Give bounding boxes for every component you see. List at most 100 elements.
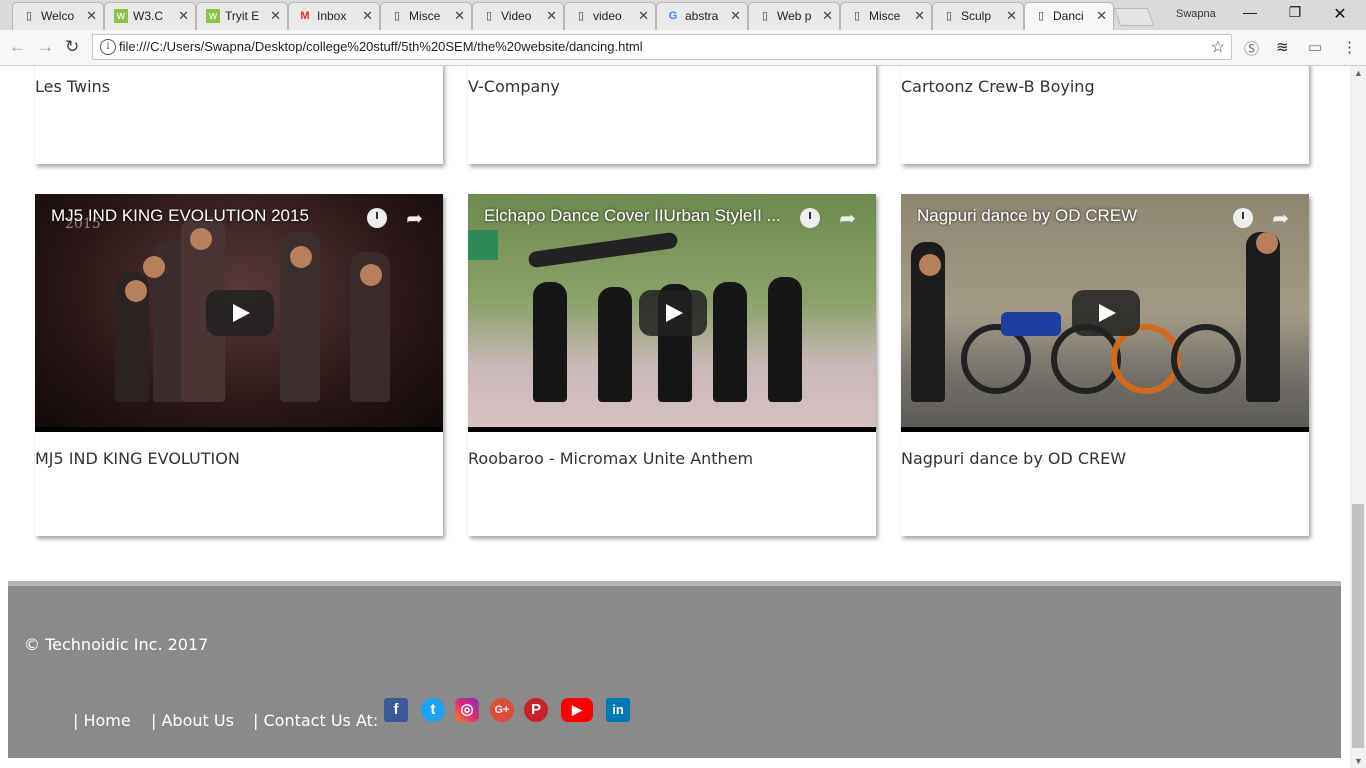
w3schools-icon: w bbox=[114, 9, 128, 23]
watch-later-icon[interactable] bbox=[367, 208, 387, 228]
dance-card: Elchapo Dance Cover IIUrban StyleII ... … bbox=[468, 194, 876, 536]
page-icon: ▯ bbox=[577, 10, 585, 22]
dancer-head bbox=[290, 246, 312, 268]
tab-1[interactable]: ▯ Welco ✕ bbox=[12, 2, 104, 30]
dancer-figure bbox=[713, 282, 747, 402]
scroll-up-arrow-icon[interactable]: ▲ bbox=[1354, 68, 1363, 78]
tab-title: Inbox bbox=[317, 9, 347, 23]
dancer-figure bbox=[598, 287, 632, 402]
dancer-figure bbox=[533, 282, 567, 402]
page-icon: ▯ bbox=[393, 10, 401, 22]
close-icon[interactable]: ✕ bbox=[638, 8, 649, 24]
url-text[interactable]: file:///C:/Users/Swapna/Desktop/college%… bbox=[119, 39, 643, 54]
dancer-head bbox=[919, 254, 941, 276]
scrollbar-thumb[interactable] bbox=[1352, 504, 1364, 748]
window-close-icon[interactable]: ✕ bbox=[1320, 4, 1360, 24]
skype-extension-icon[interactable]: Ⓢ bbox=[1244, 38, 1259, 59]
tab-11[interactable]: ▯ Sculp ✕ bbox=[932, 2, 1024, 30]
google-icon: G bbox=[668, 10, 678, 22]
page-icon: ▯ bbox=[853, 10, 861, 22]
video-player[interactable]: 2015 MJ5 IND KING EVOLUTION 2015 ➦ bbox=[35, 194, 443, 432]
back-icon[interactable]: ← bbox=[9, 37, 26, 57]
play-button-icon[interactable] bbox=[206, 290, 274, 336]
dancer-head bbox=[143, 256, 165, 278]
share-icon[interactable]: ➦ bbox=[839, 206, 856, 231]
footer-link-about[interactable]: | About Us bbox=[151, 711, 234, 730]
close-icon[interactable]: ✕ bbox=[178, 8, 189, 24]
close-icon[interactable]: ✕ bbox=[86, 8, 97, 24]
play-button-icon[interactable] bbox=[1072, 290, 1140, 336]
scroll-down-arrow-icon[interactable]: ▼ bbox=[1354, 756, 1363, 766]
tab-3[interactable]: w Tryit E ✕ bbox=[196, 2, 288, 30]
copyright-text: © Technoidic Inc. 2017 bbox=[24, 635, 209, 654]
tab-5[interactable]: ▯ Misce ✕ bbox=[380, 2, 472, 30]
close-icon[interactable]: ✕ bbox=[1096, 8, 1107, 24]
tab-4[interactable]: M Inbox ✕ bbox=[288, 2, 380, 30]
tab-12-active[interactable]: ▯ Danci ✕ bbox=[1024, 2, 1114, 31]
share-icon[interactable]: ➦ bbox=[406, 206, 423, 231]
video-title[interactable]: Elchapo Dance Cover IIUrban StyleII ... bbox=[484, 206, 781, 226]
twitter-icon[interactable]: t bbox=[421, 698, 445, 722]
dancer-head bbox=[125, 280, 147, 302]
tab-title: Web p bbox=[777, 9, 811, 23]
restore-icon[interactable]: ❐ bbox=[1275, 4, 1315, 21]
video-bottom-bar bbox=[35, 427, 443, 432]
tab-7[interactable]: ▯ video ✕ bbox=[564, 2, 656, 30]
close-icon[interactable]: ✕ bbox=[270, 8, 281, 24]
youtube-icon[interactable]: ▶ bbox=[561, 698, 593, 722]
video-player[interactable]: Nagpuri dance by OD CREW ➦ bbox=[901, 194, 1309, 432]
instagram-icon[interactable]: ◎ bbox=[455, 698, 479, 722]
cast-extension-icon[interactable]: ▭ bbox=[1308, 38, 1322, 56]
tab-2[interactable]: w W3.C ✕ bbox=[104, 2, 196, 30]
video-player[interactable]: Elchapo Dance Cover IIUrban StyleII ... … bbox=[468, 194, 876, 432]
footer-link-home[interactable]: | Home bbox=[73, 711, 131, 730]
new-tab-button[interactable] bbox=[1113, 8, 1155, 26]
bookmark-star-icon[interactable]: ☆ bbox=[1211, 37, 1225, 57]
video-title[interactable]: MJ5 IND KING EVOLUTION 2015 bbox=[51, 206, 309, 226]
page-viewport: Les Twins V-Company Cartoonz Crew-B Boyi… bbox=[0, 66, 1350, 768]
video-title[interactable]: Nagpuri dance by OD CREW bbox=[917, 206, 1137, 226]
address-bar[interactable]: i file:///C:/Users/Swapna/Desktop/colleg… bbox=[92, 34, 1232, 60]
close-icon[interactable]: ✕ bbox=[730, 8, 741, 24]
facebook-icon[interactable]: f bbox=[384, 698, 408, 722]
footer-contact-label: | Contact Us At: bbox=[253, 711, 379, 730]
motorbike-wheel bbox=[1171, 324, 1241, 394]
close-icon[interactable]: ✕ bbox=[546, 8, 557, 24]
minimize-icon[interactable]: — bbox=[1230, 4, 1270, 20]
close-icon[interactable]: ✕ bbox=[914, 8, 925, 24]
google-plus-icon[interactable]: G+ bbox=[490, 698, 514, 722]
close-icon[interactable]: ✕ bbox=[822, 8, 833, 24]
linkedin-icon[interactable]: in bbox=[606, 698, 630, 722]
menu-icon[interactable]: ⋮ bbox=[1342, 38, 1357, 56]
site-footer: © Technoidic Inc. 2017 | Home | About Us… bbox=[8, 581, 1341, 758]
pinterest-icon[interactable]: P bbox=[524, 698, 548, 722]
profile-name[interactable]: Swapna bbox=[1176, 8, 1216, 20]
vertical-scrollbar[interactable]: ▲ ▼ bbox=[1350, 66, 1366, 768]
share-icon[interactable]: ➦ bbox=[1272, 206, 1289, 231]
tab-10[interactable]: ▯ Misce ✕ bbox=[840, 2, 932, 30]
dance-card: Nagpuri dance by OD CREW ➦ Nagpuri dance… bbox=[901, 194, 1309, 536]
forward-icon[interactable]: → bbox=[37, 37, 54, 57]
dancer-head bbox=[1256, 232, 1278, 254]
browser-toolbar: ← → ↻ i file:///C:/Users/Swapna/Desktop/… bbox=[0, 30, 1366, 66]
tab-9[interactable]: ▯ Web p ✕ bbox=[748, 2, 840, 30]
video-bottom-bar bbox=[468, 427, 876, 432]
info-icon[interactable]: i bbox=[100, 39, 116, 55]
card-caption: Cartoonz Crew-B Boying bbox=[901, 77, 1095, 96]
reload-icon[interactable]: ↻ bbox=[65, 37, 79, 57]
layers-extension-icon[interactable]: ≋ bbox=[1276, 38, 1289, 56]
sign-board bbox=[468, 230, 498, 260]
tab-title: video bbox=[593, 9, 622, 23]
page-icon: ▯ bbox=[25, 10, 33, 22]
close-icon[interactable]: ✕ bbox=[454, 8, 465, 24]
tab-8[interactable]: G abstra ✕ bbox=[656, 2, 748, 30]
page-icon: ▯ bbox=[1037, 10, 1045, 22]
tab-6[interactable]: ▯ Video ✕ bbox=[472, 2, 564, 30]
w3schools-icon: w bbox=[206, 9, 220, 23]
close-icon[interactable]: ✕ bbox=[362, 8, 373, 24]
watch-later-icon[interactable] bbox=[800, 208, 820, 228]
watch-later-icon[interactable] bbox=[1233, 208, 1253, 228]
card-caption: Roobaroo - Micromax Unite Anthem bbox=[468, 449, 754, 468]
play-button-icon[interactable] bbox=[639, 290, 707, 336]
close-icon[interactable]: ✕ bbox=[1006, 8, 1017, 24]
